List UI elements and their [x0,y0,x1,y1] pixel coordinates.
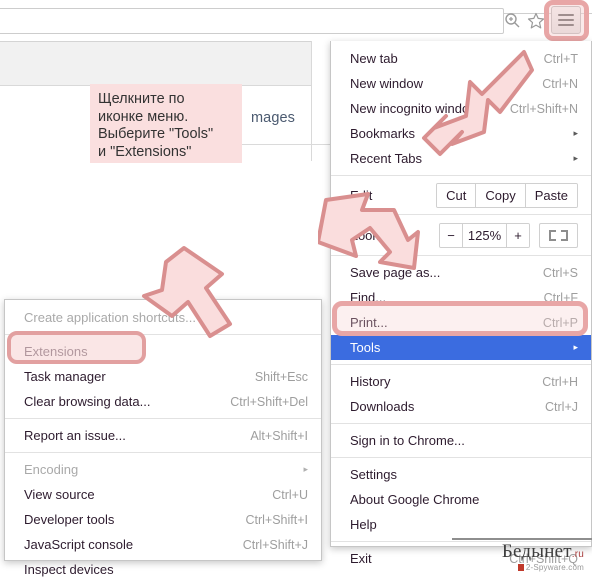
menu-item-accel: Ctrl+N [542,76,578,91]
zoom-in-button[interactable]: + [506,223,529,247]
callout-line-3: Выберите "Tools" [98,126,214,142]
menu-separator [5,452,321,453]
fullscreen-icon[interactable] [539,222,578,248]
menu-item-history[interactable]: History Ctrl+H [331,369,591,394]
highlight-ring-hamburger [544,0,589,41]
menu-item-accel: Ctrl+Shift+J [242,537,308,552]
page-link-fragment[interactable]: mages [251,110,295,126]
watermark: Бедынет.ru 2-Spyware.com [466,541,584,572]
zoom-button-group: − 125% + [439,222,530,248]
callout-line-1: Щелкните по [98,91,185,107]
menu-item-label: History [350,374,391,389]
menu-item-downloads[interactable]: Downloads Ctrl+J [331,394,591,419]
page-horizontal-divider [240,144,330,145]
menu-item-tools[interactable]: Tools ▸ [331,335,591,360]
menu-item-label: Exit [350,551,372,566]
page-vertical-divider [311,41,312,161]
address-bar[interactable] [0,8,504,34]
star-icon[interactable] [527,12,545,35]
watermark-sub: 2-Spyware.com [466,563,584,572]
menu-item-label: Encoding [24,462,79,477]
menu-item-label: Developer tools [24,512,115,527]
arrow-pointing-to-extensions [142,246,232,338]
menu-separator [5,418,321,419]
menu-item-accel: Alt+Shift+I [250,428,308,443]
menu-item-label: JavaScript console [24,537,134,552]
cut-button[interactable]: Cut [437,183,476,207]
menu-item-label: New window [350,76,423,91]
submenu-item-report-an-issue[interactable]: Report an issue... Alt+Shift+I [5,423,321,448]
menu-separator [331,457,591,458]
menu-item-label: Report an issue... [24,428,126,443]
copy-button[interactable]: Copy [475,183,525,207]
menu-item-label: Help [350,517,377,532]
menu-item-accel: Ctrl+H [542,374,578,389]
submenu-item-task-manager[interactable]: Task manager Shift+Esc [5,364,321,389]
submenu-item-clear-browsing-data[interactable]: Clear browsing data... Ctrl+Shift+Del [5,389,321,414]
submenu-item-developer-tools[interactable]: Developer tools Ctrl+Shift+I [5,507,321,532]
menu-item-label: Task manager [24,369,106,384]
arrow-pointing-to-menu-icon [422,50,534,156]
submenu-item-view-source[interactable]: View source Ctrl+U [5,482,321,507]
edit-button-group: Cut Copy Paste [436,182,578,208]
menu-item-label: About Google Chrome [350,492,480,507]
callout-line-4: и "Extensions" [98,143,192,160]
menu-item-accel: Ctrl+U [272,487,308,502]
paste-button[interactable]: Paste [524,183,577,207]
menu-item-label: Settings [350,467,397,482]
search-icon[interactable] [504,12,521,34]
menu-separator [331,175,591,176]
menu-item-label: Sign in to Chrome... [350,433,465,448]
zoom-controls: − 125% + [439,222,578,248]
highlight-ring-tools [332,301,588,336]
menu-item-accel: Ctrl+T [543,51,578,66]
menu-item-label: New tab [350,51,398,66]
watermark-site: Бедынет [501,541,572,562]
menu-item-label: Tools [350,340,381,355]
menu-item-accel: Ctrl+Shift+Del [230,394,308,409]
menu-item-label: Downloads [350,399,415,414]
menu-item-help[interactable]: Help [331,512,591,537]
chevron-right-icon: ▸ [573,342,578,352]
arrow-pointing-to-tools [318,192,420,270]
submenu-item-javascript-console[interactable]: JavaScript console Ctrl+Shift+J [5,532,321,557]
watermark-badge-icon [517,564,524,571]
callout-line-2: иконке меню. [98,108,189,125]
menu-separator [331,364,591,365]
menu-item-accel: Ctrl+Shift+I [245,512,308,527]
zoom-level-value: 125% [462,223,506,247]
chevron-right-icon: ▸ [573,128,578,138]
menu-item-about-google-chrome[interactable]: About Google Chrome [331,487,591,512]
submenu-item-inspect-devices[interactable]: Inspect devices [5,557,321,582]
chevron-right-icon: ▸ [303,464,308,474]
watermark-sub-text: 2-Spyware.com [525,563,584,572]
menu-item-settings[interactable]: Settings [331,462,591,487]
menu-separator [331,423,591,424]
highlight-ring-extensions [7,331,146,364]
chevron-right-icon: ▸ [573,153,578,163]
menu-item-label: Clear browsing data... [24,394,151,409]
menu-item-label: Bookmarks [350,126,416,141]
watermark-tld: .ru [571,549,584,560]
menu-item-label: Recent Tabs [350,151,423,166]
menu-item-accel: Shift+Esc [254,369,308,384]
page-header-band [0,41,312,86]
submenu-item-encoding: Encoding ▸ [5,457,321,482]
menu-item-sign-in-to-chrome[interactable]: Sign in to Chrome... [331,428,591,453]
zoom-out-button[interactable]: − [440,223,462,247]
menu-item-label: View source [24,487,95,502]
menu-item-accel: Ctrl+J [545,399,578,414]
watermark-name: Бедынет.ru [466,541,584,563]
menu-item-accel: Ctrl+S [542,265,578,280]
instruction-callout: Щелкните по иконке меню. Выберите "Tools… [90,84,242,163]
watermark-rule [452,538,592,540]
